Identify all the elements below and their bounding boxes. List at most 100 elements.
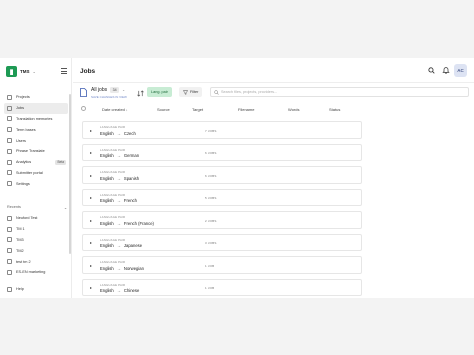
recent-item[interactable]: TM3 <box>4 235 68 246</box>
beta-badge: Beta <box>55 159 66 165</box>
sidebar-item-projects[interactable]: Projects <box>4 92 68 103</box>
chart-icon <box>7 159 12 165</box>
expand-caret-icon[interactable] <box>90 219 92 222</box>
language-pair: English → German <box>100 153 140 158</box>
collapse-sidebar-icon[interactable] <box>61 68 67 74</box>
sidebar-item-submitter-portal[interactable]: Submitter portal <box>4 168 68 179</box>
expand-caret-icon[interactable] <box>90 129 92 132</box>
sidebar-item-analytics[interactable]: Analytics Beta <box>4 157 68 168</box>
expand-caret-icon[interactable] <box>90 152 92 154</box>
table-row[interactable]: LANGUAGE PAIR English → Chinese 1 JOB <box>82 278 362 296</box>
column-date-created[interactable]: Date created↓ <box>102 107 128 112</box>
language-pair: English → French (France) <box>100 220 154 226</box>
app-window: ▮ TMS ⌄ Projects Jobs Translation memori… <box>0 58 474 298</box>
sidebar-scrollbar[interactable] <box>69 94 71 294</box>
column-target[interactable]: Target <box>192 107 203 112</box>
memory-icon <box>7 226 12 232</box>
bell-icon[interactable] <box>442 66 450 74</box>
recent-item[interactable]: Neuford Test <box>4 213 68 224</box>
sort-icon[interactable] <box>137 90 144 97</box>
jobs-count: 3 JOBS <box>205 241 217 245</box>
filter-label: Filter <box>190 90 199 94</box>
help-section: Help <box>4 284 68 295</box>
gear-icon <box>7 181 12 187</box>
recents-header[interactable]: Recents ⌄ <box>7 205 67 210</box>
row-caption: LANGUAGE PAIR <box>100 237 126 242</box>
table-header: Date created↓ Source Target Filename Wor… <box>73 102 474 115</box>
workspace-switcher[interactable]: ▮ TMS ⌄ <box>6 66 36 77</box>
view-title: All jobs <box>91 87 108 93</box>
view-selector[interactable]: All jobs 34 ⌄ <box>91 87 125 93</box>
jobs-search[interactable] <box>210 87 469 97</box>
sidebar-item-settings[interactable]: Settings <box>4 178 68 189</box>
table-row[interactable]: LANGUAGE PAIR English → German 6 JOBS <box>82 143 362 161</box>
table-row[interactable]: LANGUAGE PAIR English → Spanish 6 JOBS <box>82 166 362 184</box>
page-title: Jobs <box>80 68 96 75</box>
memory-icon <box>7 248 12 254</box>
arrow-right-icon: → <box>116 153 121 158</box>
search-icon[interactable] <box>428 67 435 74</box>
arrow-right-icon: → <box>116 288 121 293</box>
row-caption: LANGUAGE PAIR <box>100 282 126 287</box>
search-input[interactable] <box>221 88 461 96</box>
sidebar-item-translation-memories[interactable]: Translation memories <box>4 114 68 125</box>
chevron-down-icon: ⌄ <box>63 206 67 210</box>
arrow-right-icon: → <box>116 175 121 181</box>
table-row[interactable]: LANGUAGE PAIR English → Japanese 3 JOBS <box>82 233 362 251</box>
table-row[interactable]: LANGUAGE PAIR English → Czech 7 JOBS <box>82 121 362 139</box>
recent-item[interactable]: TM 1 <box>4 224 68 235</box>
column-words[interactable]: Words <box>288 107 299 112</box>
filter-icon <box>183 89 188 95</box>
jobs-count: 1 JOB <box>205 286 215 290</box>
table-row[interactable]: LANGUAGE PAIR English → French 5 JOBS <box>82 188 362 206</box>
document-icon <box>80 88 87 97</box>
expand-caret-icon[interactable] <box>90 242 92 244</box>
app-logo: ▮ <box>6 66 17 77</box>
table-row[interactable]: LANGUAGE PAIR English → French (France) 2 JO… <box>82 211 362 229</box>
save-view-link[interactable]: SAVE CHANGES IN VIEW <box>91 95 127 99</box>
language-pair: English → Norwegian <box>100 265 144 271</box>
column-source[interactable]: Source <box>157 107 170 112</box>
row-caption: LANGUAGE PAIR <box>100 125 126 129</box>
expand-caret-icon[interactable] <box>90 287 92 289</box>
recent-item[interactable]: ES-EN marketing <box>4 267 68 278</box>
arrow-right-icon: → <box>116 198 121 203</box>
chevron-down-icon: ⌄ <box>32 69 36 74</box>
sidebar-item-users[interactable]: Users <box>4 135 68 146</box>
sidebar-item-help[interactable]: Help <box>4 284 68 295</box>
expand-caret-icon[interactable] <box>90 174 92 177</box>
language-pair: English → Czech <box>100 130 136 136</box>
arrow-right-icon: → <box>116 265 121 271</box>
search-icon <box>214 89 219 95</box>
expand-caret-icon[interactable] <box>90 264 92 267</box>
user-icon <box>7 138 12 144</box>
recents-list: Neuford Test TM 1 TM3 TM2 test tm 2 ES-E… <box>4 213 68 278</box>
scrollbar-thumb[interactable] <box>69 94 71 254</box>
group-by-lang-pair-chip[interactable]: Lang. pair <box>147 87 172 97</box>
language-pair: English → French <box>100 198 137 203</box>
folder-icon <box>7 94 12 100</box>
translate-icon <box>7 148 12 154</box>
chevron-down-icon: ⌄ <box>122 88 126 92</box>
expand-caret-icon[interactable] <box>90 197 92 199</box>
sidebar-item-term-bases[interactable]: Term bases <box>4 124 68 135</box>
sidebar-item-jobs[interactable]: Jobs <box>4 102 68 114</box>
column-status[interactable]: Status <box>329 107 340 112</box>
column-filename[interactable]: Filename <box>238 107 254 112</box>
table-row[interactable]: LANGUAGE PAIR English → Norwegian 1 JOB <box>82 256 362 274</box>
jobs-group-list: LANGUAGE PAIR English → Czech 7 JOBS LANGUAG… <box>82 121 362 301</box>
folder-icon <box>7 269 12 275</box>
memory-icon <box>7 237 12 243</box>
app-name: TMS <box>20 69 30 74</box>
book-icon <box>7 127 12 133</box>
jobs-count: 2 JOBS <box>205 218 217 223</box>
row-caption: LANGUAGE PAIR <box>100 147 126 152</box>
recent-item[interactable]: test tm 2 <box>4 256 68 267</box>
filter-button[interactable]: Filter <box>179 87 203 97</box>
avatar[interactable]: AC <box>454 64 467 77</box>
row-caption: LANGUAGE PAIR <box>100 170 126 174</box>
select-all-checkbox[interactable] <box>81 106 86 111</box>
sidebar-item-phrase-translate[interactable]: Phrase Translate <box>4 146 68 157</box>
memory-icon <box>7 259 12 265</box>
recent-item[interactable]: TM2 <box>4 245 68 256</box>
